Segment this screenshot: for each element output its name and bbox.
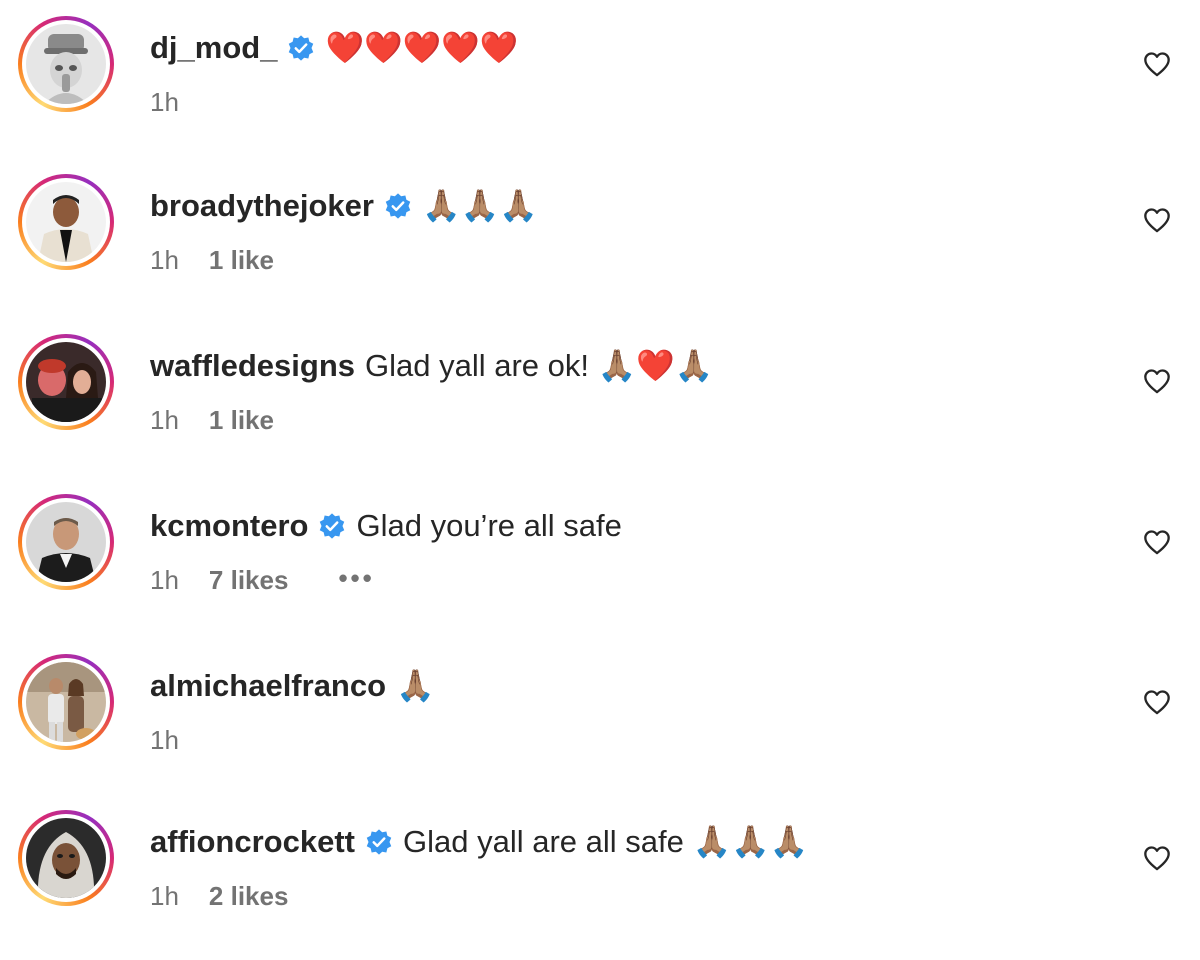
comment-text: Glad yall are ok! 🙏🏽❤️🙏🏽: [365, 348, 714, 383]
comment-item: affioncrockett Glad yall are all safe 🙏🏽…: [0, 794, 1200, 934]
comment-time: 1h: [150, 244, 179, 275]
heart-outline-icon[interactable]: [1143, 529, 1171, 555]
comment-time: 1h: [150, 880, 179, 911]
heart-outline-icon[interactable]: [1143, 207, 1171, 233]
comment-text: 🙏🏽🙏🏽🙏🏽: [421, 188, 538, 223]
comment-time: 1h: [150, 564, 179, 595]
avatar-photo: [26, 182, 106, 262]
comment-item: waffledesigns Glad yall are ok! 🙏🏽❤️🙏🏽 1…: [0, 318, 1200, 458]
avatar-photo: [26, 818, 106, 898]
username-link[interactable]: dj_mod_: [150, 26, 277, 70]
comment-text: Glad yall are all safe 🙏🏽🙏🏽🙏🏽: [402, 824, 809, 859]
avatar-photo: [26, 662, 106, 742]
avatar[interactable]: [18, 334, 114, 430]
likes-count[interactable]: 2 likes: [209, 881, 289, 912]
comment-time: 1h: [150, 724, 179, 755]
avatar[interactable]: [18, 810, 114, 906]
avatar-photo: [26, 342, 106, 422]
heart-outline-icon[interactable]: [1143, 51, 1171, 77]
comment-item: dj_mod_ ❤️❤️❤️❤️❤️ 1h: [0, 0, 1200, 140]
heart-outline-icon[interactable]: [1143, 689, 1171, 715]
username-link[interactable]: waffledesigns: [150, 344, 355, 388]
username-link[interactable]: almichaelfranco: [150, 664, 386, 708]
verified-badge-icon: [318, 512, 346, 540]
avatar-photo: [26, 24, 106, 104]
username-link[interactable]: broadythejoker: [150, 184, 374, 228]
avatar[interactable]: [18, 174, 114, 270]
verified-badge-icon: [365, 828, 393, 856]
comment-text: 🙏🏽: [396, 668, 435, 703]
username-link[interactable]: affioncrockett: [150, 820, 355, 864]
comment-text: ❤️❤️❤️❤️❤️: [325, 30, 519, 65]
comment-item: broadythejoker 🙏🏽🙏🏽🙏🏽 1h 1 like: [0, 158, 1200, 298]
heart-outline-icon[interactable]: [1143, 368, 1171, 394]
comment-item: kcmontero Glad you’re all safe 1h 7 like…: [0, 478, 1200, 618]
more-options-icon[interactable]: •••: [338, 563, 374, 594]
comment-text: Glad you’re all safe: [356, 508, 622, 543]
heart-outline-icon[interactable]: [1143, 845, 1171, 871]
comment-time: 1h: [150, 86, 179, 117]
comment-item: almichaelfranco 🙏🏽 1h: [0, 638, 1200, 778]
comment-time: 1h: [150, 404, 179, 435]
avatar[interactable]: [18, 494, 114, 590]
likes-count[interactable]: 1 like: [209, 245, 274, 276]
likes-count[interactable]: 7 likes: [209, 565, 289, 596]
avatar[interactable]: [18, 16, 114, 112]
avatar-photo: [26, 502, 106, 582]
likes-count[interactable]: 1 like: [209, 405, 274, 436]
username-link[interactable]: kcmontero: [150, 504, 308, 548]
verified-badge-icon: [287, 34, 315, 62]
avatar[interactable]: [18, 654, 114, 750]
verified-badge-icon: [384, 192, 412, 220]
